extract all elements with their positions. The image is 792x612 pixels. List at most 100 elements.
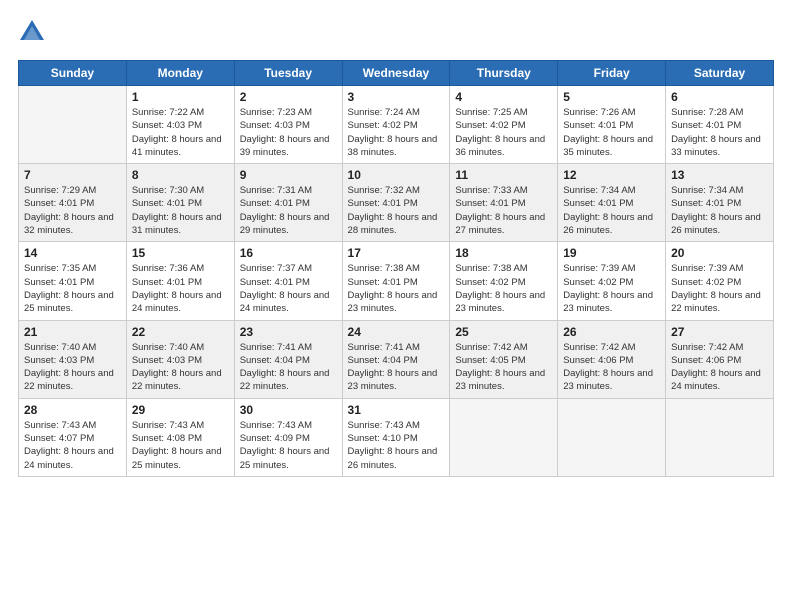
calendar-cell: 12 Sunrise: 7:34 AMSunset: 4:01 PMDayligh… bbox=[558, 164, 666, 242]
weekday-header-saturday: Saturday bbox=[666, 61, 774, 86]
weekday-header-tuesday: Tuesday bbox=[234, 61, 342, 86]
day-number: 28 bbox=[24, 403, 121, 417]
calendar-cell: 9 Sunrise: 7:31 AMSunset: 4:01 PMDaylight… bbox=[234, 164, 342, 242]
day-number: 25 bbox=[455, 325, 552, 339]
day-info: Sunrise: 7:24 AMSunset: 4:02 PMDaylight:… bbox=[348, 106, 445, 159]
calendar-cell: 4 Sunrise: 7:25 AMSunset: 4:02 PMDaylight… bbox=[450, 86, 558, 164]
calendar-container: SundayMondayTuesdayWednesdayThursdayFrid… bbox=[0, 0, 792, 612]
calendar-cell bbox=[19, 86, 127, 164]
calendar-cell: 5 Sunrise: 7:26 AMSunset: 4:01 PMDaylight… bbox=[558, 86, 666, 164]
calendar-cell: 30Sunrise: 7:43 AMSunset: 4:09 PMDayligh… bbox=[234, 398, 342, 476]
calendar-cell: 11 Sunrise: 7:33 AMSunset: 4:01 PMDayligh… bbox=[450, 164, 558, 242]
day-number: 21 bbox=[24, 325, 121, 339]
calendar-cell: 13Sunrise: 7:34 AMSunset: 4:01 PMDayligh… bbox=[666, 164, 774, 242]
day-number: 3 bbox=[348, 90, 445, 104]
logo bbox=[18, 18, 50, 46]
calendar-week-row: 28 Sunrise: 7:43 AMSunset: 4:07 PMDayligh… bbox=[19, 398, 774, 476]
calendar-cell: 10 Sunrise: 7:32 AMSunset: 4:01 PMDayligh… bbox=[342, 164, 450, 242]
calendar-cell: 27 Sunrise: 7:42 AMSunset: 4:06 PMDayligh… bbox=[666, 320, 774, 398]
header bbox=[18, 18, 774, 46]
calendar-cell: 17Sunrise: 7:38 AMSunset: 4:01 PMDayligh… bbox=[342, 242, 450, 320]
day-info: Sunrise: 7:40 AMSunset: 4:03 PMDaylight:… bbox=[24, 341, 121, 394]
calendar-cell: 29Sunrise: 7:43 AMSunset: 4:08 PMDayligh… bbox=[126, 398, 234, 476]
day-number: 8 bbox=[132, 168, 229, 182]
day-info: Sunrise: 7:42 AMSunset: 4:05 PMDaylight:… bbox=[455, 341, 552, 394]
calendar-cell: 16 Sunrise: 7:37 AMSunset: 4:01 PMDayligh… bbox=[234, 242, 342, 320]
day-info: Sunrise: 7:35 AMSunset: 4:01 PMDaylight:… bbox=[24, 262, 121, 315]
day-number: 11 bbox=[455, 168, 552, 182]
calendar-cell: 1Sunrise: 7:22 AMSunset: 4:03 PMDaylight… bbox=[126, 86, 234, 164]
day-info: Sunrise: 7:25 AMSunset: 4:02 PMDaylight:… bbox=[455, 106, 552, 159]
calendar-table: SundayMondayTuesdayWednesdayThursdayFrid… bbox=[18, 60, 774, 477]
calendar-cell: 28 Sunrise: 7:43 AMSunset: 4:07 PMDayligh… bbox=[19, 398, 127, 476]
day-info: Sunrise: 7:39 AMSunset: 4:02 PMDaylight:… bbox=[563, 262, 660, 315]
calendar-cell: 7 Sunrise: 7:29 AMSunset: 4:01 PMDaylight… bbox=[19, 164, 127, 242]
day-number: 20 bbox=[671, 246, 768, 260]
day-number: 5 bbox=[563, 90, 660, 104]
day-number: 23 bbox=[240, 325, 337, 339]
day-number: 14 bbox=[24, 246, 121, 260]
day-info: Sunrise: 7:42 AMSunset: 4:06 PMDaylight:… bbox=[563, 341, 660, 394]
calendar-week-row: 14 Sunrise: 7:35 AMSunset: 4:01 PMDayligh… bbox=[19, 242, 774, 320]
calendar-cell bbox=[666, 398, 774, 476]
weekday-header-sunday: Sunday bbox=[19, 61, 127, 86]
calendar-cell: 25 Sunrise: 7:42 AMSunset: 4:05 PMDayligh… bbox=[450, 320, 558, 398]
day-info: Sunrise: 7:43 AMSunset: 4:07 PMDaylight:… bbox=[24, 419, 121, 472]
day-info: Sunrise: 7:40 AMSunset: 4:03 PMDaylight:… bbox=[132, 341, 229, 394]
day-info: Sunrise: 7:38 AMSunset: 4:02 PMDaylight:… bbox=[455, 262, 552, 315]
calendar-cell: 3 Sunrise: 7:24 AMSunset: 4:02 PMDaylight… bbox=[342, 86, 450, 164]
day-number: 9 bbox=[240, 168, 337, 182]
calendar-cell: 14 Sunrise: 7:35 AMSunset: 4:01 PMDayligh… bbox=[19, 242, 127, 320]
day-number: 10 bbox=[348, 168, 445, 182]
day-info: Sunrise: 7:42 AMSunset: 4:06 PMDaylight:… bbox=[671, 341, 768, 394]
day-info: Sunrise: 7:43 AMSunset: 4:09 PMDaylight:… bbox=[240, 419, 337, 472]
calendar-cell: 31 Sunrise: 7:43 AMSunset: 4:10 PMDayligh… bbox=[342, 398, 450, 476]
day-number: 1 bbox=[132, 90, 229, 104]
day-info: Sunrise: 7:41 AMSunset: 4:04 PMDaylight:… bbox=[348, 341, 445, 394]
day-number: 29 bbox=[132, 403, 229, 417]
day-info: Sunrise: 7:34 AMSunset: 4:01 PMDaylight:… bbox=[671, 184, 768, 237]
day-number: 31 bbox=[348, 403, 445, 417]
calendar-cell: 23 Sunrise: 7:41 AMSunset: 4:04 PMDayligh… bbox=[234, 320, 342, 398]
day-number: 19 bbox=[563, 246, 660, 260]
calendar-cell: 6 Sunrise: 7:28 AMSunset: 4:01 PMDaylight… bbox=[666, 86, 774, 164]
calendar-week-row: 1Sunrise: 7:22 AMSunset: 4:03 PMDaylight… bbox=[19, 86, 774, 164]
day-number: 24 bbox=[348, 325, 445, 339]
calendar-week-row: 7 Sunrise: 7:29 AMSunset: 4:01 PMDaylight… bbox=[19, 164, 774, 242]
weekday-header-row: SundayMondayTuesdayWednesdayThursdayFrid… bbox=[19, 61, 774, 86]
day-number: 16 bbox=[240, 246, 337, 260]
calendar-cell: 18Sunrise: 7:38 AMSunset: 4:02 PMDayligh… bbox=[450, 242, 558, 320]
day-info: Sunrise: 7:43 AMSunset: 4:10 PMDaylight:… bbox=[348, 419, 445, 472]
day-info: Sunrise: 7:28 AMSunset: 4:01 PMDaylight:… bbox=[671, 106, 768, 159]
day-info: Sunrise: 7:23 AMSunset: 4:03 PMDaylight:… bbox=[240, 106, 337, 159]
day-number: 22 bbox=[132, 325, 229, 339]
calendar-week-row: 21 Sunrise: 7:40 AMSunset: 4:03 PMDayligh… bbox=[19, 320, 774, 398]
day-info: Sunrise: 7:29 AMSunset: 4:01 PMDaylight:… bbox=[24, 184, 121, 237]
day-info: Sunrise: 7:41 AMSunset: 4:04 PMDaylight:… bbox=[240, 341, 337, 394]
day-info: Sunrise: 7:31 AMSunset: 4:01 PMDaylight:… bbox=[240, 184, 337, 237]
day-number: 2 bbox=[240, 90, 337, 104]
calendar-cell: 26Sunrise: 7:42 AMSunset: 4:06 PMDayligh… bbox=[558, 320, 666, 398]
weekday-header-monday: Monday bbox=[126, 61, 234, 86]
calendar-cell: 19 Sunrise: 7:39 AMSunset: 4:02 PMDayligh… bbox=[558, 242, 666, 320]
calendar-cell: 2 Sunrise: 7:23 AMSunset: 4:03 PMDaylight… bbox=[234, 86, 342, 164]
calendar-cell bbox=[450, 398, 558, 476]
day-number: 6 bbox=[671, 90, 768, 104]
day-number: 15 bbox=[132, 246, 229, 260]
day-number: 4 bbox=[455, 90, 552, 104]
weekday-header-wednesday: Wednesday bbox=[342, 61, 450, 86]
day-info: Sunrise: 7:33 AMSunset: 4:01 PMDaylight:… bbox=[455, 184, 552, 237]
day-number: 17 bbox=[348, 246, 445, 260]
day-info: Sunrise: 7:39 AMSunset: 4:02 PMDaylight:… bbox=[671, 262, 768, 315]
day-number: 27 bbox=[671, 325, 768, 339]
day-info: Sunrise: 7:37 AMSunset: 4:01 PMDaylight:… bbox=[240, 262, 337, 315]
day-info: Sunrise: 7:26 AMSunset: 4:01 PMDaylight:… bbox=[563, 106, 660, 159]
calendar-cell: 21 Sunrise: 7:40 AMSunset: 4:03 PMDayligh… bbox=[19, 320, 127, 398]
day-number: 12 bbox=[563, 168, 660, 182]
calendar-cell: 22 Sunrise: 7:40 AMSunset: 4:03 PMDayligh… bbox=[126, 320, 234, 398]
day-number: 7 bbox=[24, 168, 121, 182]
calendar-cell: 24 Sunrise: 7:41 AMSunset: 4:04 PMDayligh… bbox=[342, 320, 450, 398]
weekday-header-friday: Friday bbox=[558, 61, 666, 86]
day-info: Sunrise: 7:34 AMSunset: 4:01 PMDaylight:… bbox=[563, 184, 660, 237]
day-info: Sunrise: 7:32 AMSunset: 4:01 PMDaylight:… bbox=[348, 184, 445, 237]
